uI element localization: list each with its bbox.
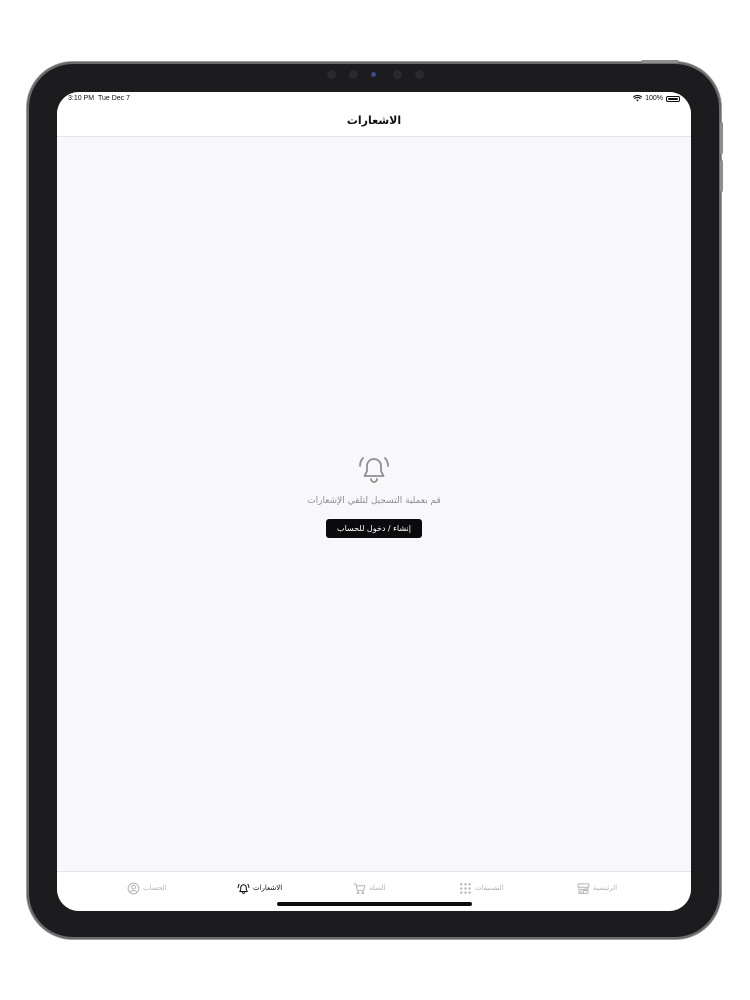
wifi-icon: [633, 95, 643, 102]
navigation-bar: الاشعارات: [57, 106, 691, 137]
tab-label-home: الرئيسية: [593, 884, 618, 892]
tab-cart[interactable]: السلة: [353, 881, 385, 895]
camera-housing: [323, 70, 427, 80]
camera-lens: [349, 70, 358, 79]
camera-sensor: [415, 70, 424, 79]
volume-up-button: [720, 122, 723, 154]
tab-label-notifications: الاشعارات: [253, 884, 283, 892]
tab-account[interactable]: الحساب: [127, 881, 167, 895]
grid-dots-icon: [460, 882, 471, 894]
tab-home[interactable]: الرئيسية: [577, 881, 617, 895]
page-title: الاشعارات: [346, 114, 402, 127]
status-time: 3:10 PM: [68, 95, 95, 102]
app-screen: 3:10 PM Tue Dec 7 100% الاشعارات قم بعمل…: [57, 92, 691, 911]
camera-indicator: [371, 72, 376, 77]
status-bar: 3:10 PM Tue Dec 7 100%: [57, 92, 691, 106]
empty-state-message: قم بعملية التسجيل لتلقي الإشعارات: [307, 496, 441, 506]
user-circle-icon: [127, 882, 140, 894]
camera-sensor: [393, 70, 402, 79]
status-date: Tue Dec 7: [97, 95, 131, 102]
store-icon: [577, 882, 590, 894]
login-signup-button[interactable]: إنشاء / دخول للحساب: [326, 519, 422, 538]
camera-sensor: [327, 70, 336, 79]
home-indicator[interactable]: [277, 902, 472, 906]
tab-label-cart: السلة: [369, 884, 386, 892]
tab-label-categories: التصنيفات: [475, 884, 504, 892]
battery-percent: 100%: [645, 95, 663, 102]
tab-label-account: الحساب: [143, 884, 167, 892]
status-indicators: 100%: [633, 95, 680, 102]
empty-state: قم بعملية التسجيل لتلقي الإشعارات إنشاء …: [57, 452, 691, 538]
tab-categories[interactable]: التصنيفات: [459, 881, 504, 895]
status-time-date: 3:10 PM Tue Dec 7: [68, 95, 130, 102]
cart-icon: [353, 882, 366, 894]
volume-down-button: [720, 160, 723, 192]
top-button: [641, 60, 679, 63]
bell-ringing-icon: [359, 457, 389, 483]
tab-notifications[interactable]: الاشعارات: [237, 881, 282, 895]
battery-icon: [666, 95, 680, 102]
bell-icon: [237, 883, 250, 894]
